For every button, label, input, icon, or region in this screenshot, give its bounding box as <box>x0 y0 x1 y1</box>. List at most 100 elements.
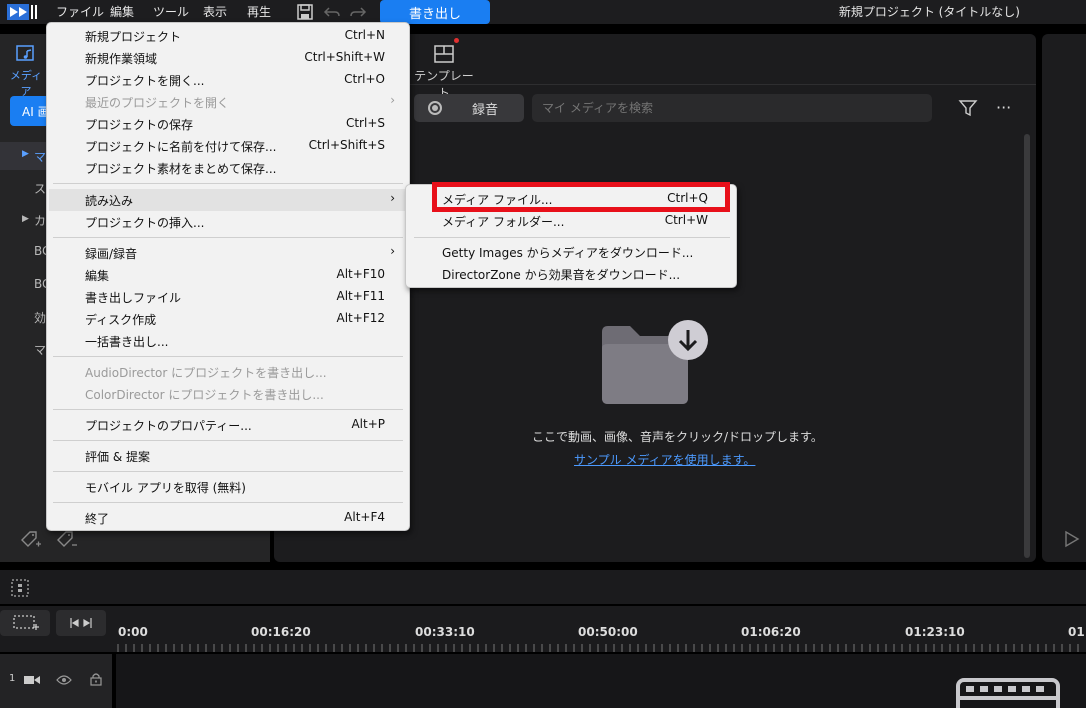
export-button[interactable]: 書き出し <box>380 0 490 24</box>
menu-item-label: 終了 <box>85 512 110 526</box>
menu-item-shortcut: Alt+F12 <box>336 311 385 325</box>
record-label: 録音 <box>472 103 499 118</box>
menu-file[interactable]: ファイル <box>56 3 104 20</box>
menu-item-shortcut: Ctrl+S <box>345 116 385 130</box>
play-icon[interactable] <box>1064 530 1080 548</box>
lock-icon[interactable] <box>90 672 102 686</box>
menu-item-shortcut: Alt+F4 <box>344 510 385 524</box>
menu-item-save-project[interactable]: プロジェクトの保存 Ctrl+S <box>49 113 407 135</box>
menu-item-record[interactable]: 録画/録音 › <box>49 242 407 264</box>
timeline-view-icon[interactable] <box>10 578 30 598</box>
timecode-label: 01:23:10 <box>905 625 965 639</box>
menu-item-shortcut: Ctrl+N <box>344 28 385 42</box>
ai-button[interactable]: AI 画 <box>10 96 50 126</box>
tree-item-6[interactable]: 効 <box>34 309 46 326</box>
menu-item-shortcut: Ctrl+O <box>344 72 385 86</box>
tab-media[interactable]: メディア <box>6 42 46 98</box>
menu-item-label: プロジェクトのプロパティー... <box>85 419 252 433</box>
file-menu: 新規プロジェクト Ctrl+N 新規作業領域 Ctrl+Shift+W プロジェ… <box>46 22 410 531</box>
menu-item-label: プロジェクト素材をまとめて保存... <box>85 162 277 176</box>
menu-item-new-project[interactable]: 新規プロジェクト Ctrl+N <box>49 25 407 47</box>
tag-add-icon[interactable] <box>20 530 42 550</box>
undo-icon[interactable] <box>323 3 341 21</box>
menu-item-label: プロジェクトの挿入... <box>85 216 205 230</box>
menu-item-label: 録画/録音 <box>85 247 138 261</box>
more-options-icon[interactable]: ··· <box>996 98 1011 117</box>
menu-view[interactable]: 表示 <box>203 3 227 20</box>
submenu-item-label: メディア フォルダー... <box>442 215 565 229</box>
submenu-item-label: Getty Images からメディアをダウンロード... <box>442 246 694 260</box>
menu-item-export-colordirector[interactable]: ColorDirector にプロジェクトを書き出し... <box>49 383 407 405</box>
menu-item-get-mobile-app[interactable]: モバイル アプリを取得 (無料) <box>49 476 407 498</box>
menu-item-project-properties[interactable]: プロジェクトのプロパティー... Alt+P <box>49 414 407 436</box>
tree-item-3[interactable]: カ <box>34 212 46 229</box>
video-track-lane[interactable] <box>116 654 1086 708</box>
menu-separator <box>53 440 403 441</box>
menu-separator <box>53 356 403 357</box>
media-search-input[interactable] <box>532 94 932 122</box>
save-icon[interactable] <box>296 3 314 21</box>
menu-item-label: ColorDirector にプロジェクトを書き出し... <box>85 388 324 402</box>
menu-edit[interactable]: 編集 <box>110 3 134 20</box>
menu-item-label: プロジェクトの保存 <box>85 118 194 132</box>
record-audio-button[interactable]: 録音 <box>414 94 524 122</box>
menu-item-edit[interactable]: 編集 Alt+F10 <box>49 264 407 286</box>
menu-item-shortcut: Ctrl+Shift+W <box>304 50 385 64</box>
media-scrollbar[interactable] <box>1024 134 1030 558</box>
record-icon <box>428 101 442 115</box>
timecode-label: 00:50:00 <box>578 625 638 639</box>
menu-item-label: 読み込み <box>85 194 134 208</box>
tab-templates[interactable]: テンプレート <box>414 40 474 100</box>
fit-icon <box>70 618 92 628</box>
menu-item-pack-project[interactable]: プロジェクト素材をまとめて保存... <box>49 157 407 179</box>
menu-tools[interactable]: ツール <box>153 3 189 20</box>
tree-item-my-media[interactable]: マ <box>34 148 46 165</box>
timeline-header <box>0 570 1086 604</box>
redo-icon[interactable] <box>349 3 367 21</box>
menu-item-rate-suggest[interactable]: 評価 & 提案 <box>49 445 407 467</box>
menu-item-insert-project[interactable]: プロジェクトの挿入... <box>49 211 407 233</box>
menu-item-new-workspace[interactable]: 新規作業領域 Ctrl+Shift+W <box>49 47 407 69</box>
menu-separator <box>53 237 403 238</box>
drop-instructions: ここで動画、画像、音声をクリック/ドロップします。 <box>532 430 823 444</box>
menu-item-batch-export[interactable]: 一括書き出し... <box>49 330 407 352</box>
track-number: 1 <box>9 673 16 684</box>
submenu-item-directorzone-sfx[interactable]: DirectorZone から効果音をダウンロード... <box>408 263 734 285</box>
annotation-highlight-box <box>432 182 730 212</box>
timecode-label: 00:16:20 <box>251 625 311 639</box>
menu-item-exit[interactable]: 終了 Alt+F4 <box>49 507 407 529</box>
menu-playback[interactable]: 再生 <box>247 3 271 20</box>
menu-item-import[interactable]: 読み込み › <box>49 189 407 211</box>
menu-item-save-as[interactable]: プロジェクトに名前を付けて保存... Ctrl+Shift+S <box>49 135 407 157</box>
menu-item-label: 評価 & 提案 <box>85 450 150 464</box>
film-strip-icon <box>956 678 1060 708</box>
tag-remove-icon[interactable] <box>56 530 78 550</box>
menu-separator <box>53 183 403 184</box>
tree-expand-icon[interactable]: ▶ <box>22 149 29 159</box>
app-logo-icon <box>7 4 37 20</box>
tab-media-label: メディア <box>9 69 43 98</box>
fit-timeline-button[interactable] <box>56 610 106 636</box>
use-sample-media-link[interactable]: サンプル メディアを使用します。 <box>574 451 755 468</box>
menu-item-create-disc[interactable]: ディスク作成 Alt+F12 <box>49 308 407 330</box>
menu-item-shortcut: Alt+F11 <box>336 289 385 303</box>
menu-item-shortcut: Alt+P <box>351 417 385 431</box>
submenu-separator <box>414 237 730 238</box>
menu-item-open-project[interactable]: プロジェクトを開く... Ctrl+O <box>49 69 407 91</box>
menu-item-label: プロジェクトに名前を付けて保存... <box>85 140 277 154</box>
menu-separator <box>53 409 403 410</box>
submenu-item-media-folder[interactable]: メディア フォルダー... Ctrl+W <box>408 210 734 232</box>
tree-collapse-icon[interactable]: ▶ <box>22 214 29 224</box>
menu-item-export-file[interactable]: 書き出しファイル Alt+F11 <box>49 286 407 308</box>
timeline-ruler[interactable]: 0:00 00:16:20 00:33:10 00:50:00 01:06:20… <box>112 606 1086 652</box>
filter-icon[interactable] <box>958 98 978 118</box>
eye-icon[interactable] <box>56 674 72 686</box>
menu-item-recent-projects[interactable]: 最近のプロジェクトを開く › <box>49 91 407 113</box>
tree-item-7[interactable]: マ <box>34 341 46 358</box>
add-track-button[interactable] <box>0 610 50 636</box>
submenu-item-getty-images[interactable]: Getty Images からメディアをダウンロード... <box>408 241 734 263</box>
menu-item-export-audiodirector[interactable]: AudioDirector にプロジェクトを書き出し... <box>49 361 407 383</box>
menu-item-label: 書き出しファイル <box>85 291 182 305</box>
menubar: ファイル 編集 ツール 表示 再生 書き出し 新規プロジェクト (タイトルなし) <box>0 0 1086 24</box>
tree-item-2[interactable]: ス <box>34 180 46 197</box>
